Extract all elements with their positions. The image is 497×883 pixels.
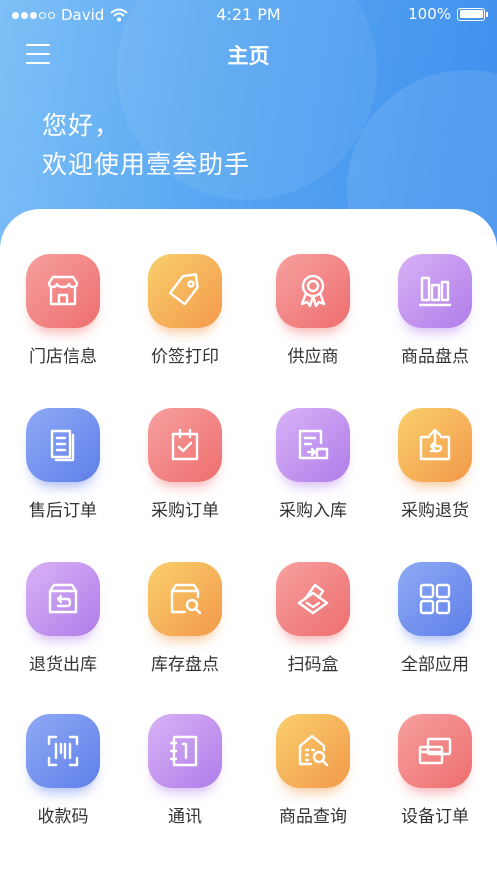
greeting-text: 您好， 欢迎使用壹叁助手 [42, 106, 250, 184]
app-inventory-count[interactable]: 库存盘点 [130, 562, 240, 682]
app-contacts[interactable]: 通讯 [130, 714, 240, 834]
app-label: 采购订单 [151, 501, 219, 521]
clipboard-check-icon [148, 408, 222, 482]
app-after-sales-order[interactable]: 售后订单 [8, 408, 118, 528]
app-label: 通讯 [168, 807, 202, 827]
app-grid-card: 门店信息 价签打印 供应商 商品盘点 售后订单 采购订单 采购入库 采购退货 退… [0, 209, 497, 883]
battery-percent: 100% [408, 5, 451, 23]
app-label: 供应商 [287, 347, 339, 367]
app-product-stocktake[interactable]: 商品盘点 [380, 254, 490, 374]
app-label: 扫码盒 [287, 655, 339, 675]
app-label: 采购退货 [401, 501, 469, 521]
store-icon [26, 254, 100, 328]
award-ribbon-icon [276, 254, 350, 328]
price-tag-icon [148, 254, 222, 328]
app-label: 售后订单 [29, 501, 97, 521]
app-label: 设备订单 [401, 807, 469, 827]
app-label: 退货出库 [29, 655, 97, 675]
return-package-icon [26, 562, 100, 636]
inbound-document-icon [276, 408, 350, 482]
status-bar: David 4:21 PM 100% [0, 0, 497, 30]
scan-code-icon [26, 714, 100, 788]
app-label: 商品盘点 [401, 347, 469, 367]
app-supplier[interactable]: 供应商 [258, 254, 368, 374]
address-book-icon [148, 714, 222, 788]
page-title: 主页 [227, 44, 270, 68]
app-device-order[interactable]: 设备订单 [380, 714, 490, 834]
app-store-info[interactable]: 门店信息 [8, 254, 118, 374]
app-label: 库存盘点 [151, 655, 219, 675]
app-payment-code[interactable]: 收款码 [8, 714, 118, 834]
battery-icon [457, 7, 488, 21]
grid-apps-icon [398, 562, 472, 636]
inventory-search-icon [148, 562, 222, 636]
app-label: 收款码 [37, 807, 89, 827]
building-search-icon [276, 714, 350, 788]
return-box-icon [398, 408, 472, 482]
app-product-search[interactable]: 商品查询 [258, 714, 368, 834]
app-return-outbound[interactable]: 退货出库 [8, 562, 118, 682]
app-label: 商品查询 [279, 807, 347, 827]
app-purchase-order[interactable]: 采购订单 [130, 408, 240, 528]
scanner-box-icon [276, 562, 350, 636]
bar-chart-icon [398, 254, 472, 328]
devices-icon [398, 714, 472, 788]
app-all-apps[interactable]: 全部应用 [380, 562, 490, 682]
app-price-tag-print[interactable]: 价签打印 [130, 254, 240, 374]
app-label: 采购入库 [279, 501, 347, 521]
app-label: 全部应用 [401, 655, 469, 675]
greeting-line-2: 欢迎使用壹叁助手 [42, 150, 251, 179]
document-stack-icon [26, 408, 100, 482]
app-purchase-inbound[interactable]: 采购入库 [258, 408, 368, 528]
app-label: 价签打印 [151, 347, 219, 367]
app-label: 门店信息 [29, 347, 97, 367]
app-purchase-return[interactable]: 采购退货 [380, 408, 490, 528]
app-scanner-box[interactable]: 扫码盒 [258, 562, 368, 682]
greeting-line-1: 您好， [42, 111, 121, 140]
